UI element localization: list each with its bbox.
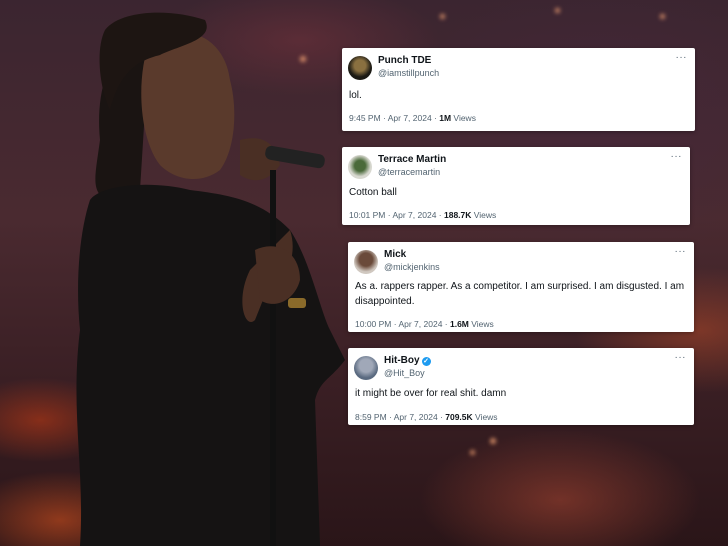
avatar[interactable]	[348, 56, 372, 80]
tweet-metadata: 8:59 PM · Apr 7, 2024 · 709.5K Views	[355, 412, 498, 422]
tweet-text: lol.	[349, 90, 362, 101]
more-options-icon[interactable]: ···	[676, 52, 688, 63]
tweet-metadata: 9:45 PM · Apr 7, 2024 · 1M Views	[349, 113, 476, 123]
views-label: Views	[472, 412, 498, 422]
tweet-timestamp[interactable]: 9:45 PM · Apr 7, 2024 ·	[349, 113, 439, 123]
avatar[interactable]	[354, 250, 378, 274]
tweet-timestamp[interactable]: 10:01 PM · Apr 7, 2024 ·	[349, 210, 444, 220]
tweet-card[interactable]: Hit-Boy ✓ @Hit_Boy ··· it might be over f…	[348, 348, 694, 425]
views-label: Views	[471, 210, 497, 220]
tweet-timestamp[interactable]: 8:59 PM · Apr 7, 2024 ·	[355, 412, 445, 422]
tweet-text: As a. rappers rapper. As a competitor. I…	[355, 281, 685, 307]
views-label: Views	[451, 113, 476, 123]
tweet-author-name[interactable]: Hit-Boy ✓	[384, 355, 431, 366]
tweet-metadata: 10:01 PM · Apr 7, 2024 · 188.7K Views	[349, 210, 496, 220]
avatar[interactable]	[354, 356, 378, 380]
more-options-icon[interactable]: ···	[675, 246, 687, 257]
view-count: 1M	[439, 113, 452, 123]
tweet-text: it might be over for real shit. damn	[355, 388, 507, 399]
author-name-text[interactable]: Hit-Boy	[384, 355, 420, 366]
avatar[interactable]	[348, 155, 372, 179]
views-label: Views	[468, 319, 494, 329]
tweet-card[interactable]: Mick @mickjenkins ··· As a. rappers rapp…	[348, 242, 694, 332]
view-count: 1.6M	[449, 319, 469, 329]
view-count: 188.7K	[443, 210, 472, 220]
tweet-text: Cotton ball	[349, 187, 397, 198]
tweet-card[interactable]: Terrace Martin @terracemartin ··· Cotton…	[342, 147, 690, 225]
tweet-author-name[interactable]: Mick	[384, 249, 406, 260]
tweet-author-handle[interactable]: @iamstillpunch	[378, 68, 439, 78]
tweet-author-handle[interactable]: @mickjenkins	[384, 262, 440, 272]
tweet-author-handle[interactable]: @Hit_Boy	[384, 368, 425, 378]
tweet-author-name[interactable]: Punch TDE	[378, 55, 431, 66]
verified-badge-icon: ✓	[421, 357, 431, 366]
more-options-icon[interactable]: ···	[675, 352, 687, 363]
view-count: 709.5K	[445, 412, 473, 422]
tweet-author-name[interactable]: Terrace Martin	[378, 154, 446, 165]
tweet-timestamp[interactable]: 10:00 PM · Apr 7, 2024 ·	[355, 319, 450, 329]
more-options-icon[interactable]: ···	[671, 151, 683, 162]
tweet-author-handle[interactable]: @terracemartin	[378, 167, 440, 177]
tweet-metadata: 10:00 PM · Apr 7, 2024 · 1.6M Views	[355, 319, 494, 329]
tweet-card[interactable]: Punch TDE @iamstillpunch ··· lol. 9:45 P…	[342, 48, 695, 131]
